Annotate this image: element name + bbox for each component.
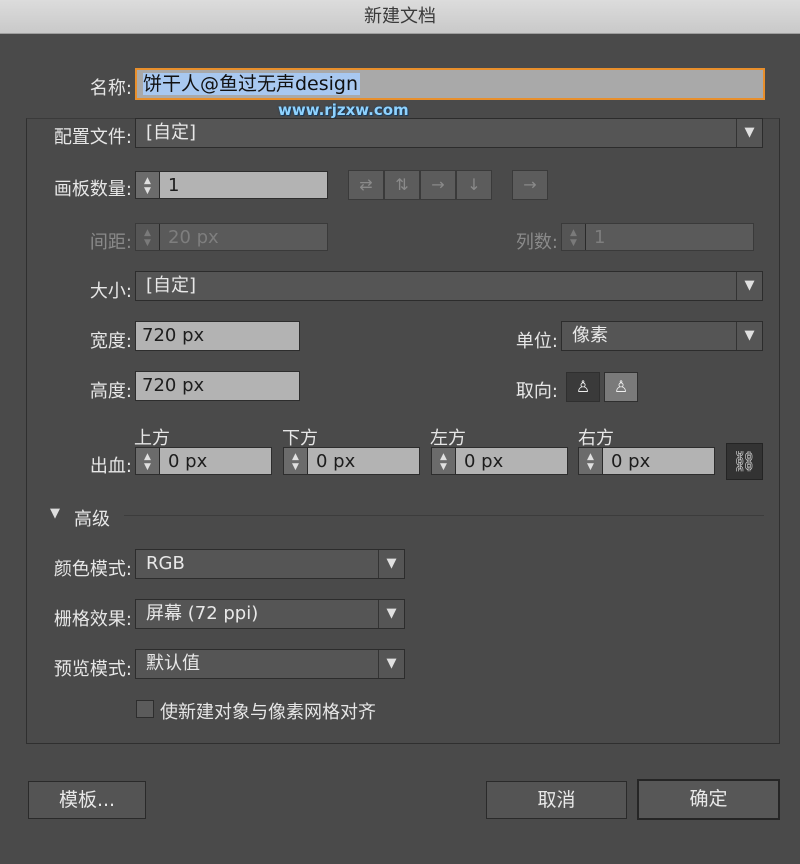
columns-value: 1 [594, 227, 606, 248]
raster-dropdown[interactable]: 屏幕 (72 ppi) ▼ [135, 599, 405, 629]
units-dropdown[interactable]: 像素 ▼ [561, 321, 763, 351]
chevron-down-icon: ▼ [378, 650, 404, 678]
orientation-label: 取向: [515, 381, 558, 402]
disclosure-triangle-icon[interactable]: ▼ [50, 506, 60, 521]
height-label: 高度: [89, 381, 132, 402]
units-label: 单位: [515, 331, 558, 352]
cancel-button[interactable]: 取消 [486, 781, 627, 819]
preview-value: 默认值 [146, 653, 200, 674]
bleed-right-stepper[interactable]: ▲ ▼ [579, 448, 603, 474]
name-value: 饼干人@鱼过无声design [143, 73, 361, 95]
bleed-right-value: 0 px [611, 451, 651, 472]
templates-button[interactable]: 模板... [28, 781, 146, 819]
spacing-label: 间距: [89, 232, 132, 253]
preview-label: 预览模式: [53, 659, 132, 680]
arrange-by-column-icon[interactable]: ↓ [456, 170, 492, 200]
chevron-down-icon: ▼ [378, 550, 404, 578]
artboards-label: 画板数量: [53, 179, 132, 200]
chevron-down-icon: ▼ [378, 600, 404, 628]
grid-by-column-icon[interactable]: ⇅ [384, 170, 420, 200]
bleed-label: 出血: [89, 456, 132, 477]
name-input[interactable]: 饼干人@鱼过无声design [135, 68, 765, 100]
bleed-top-value: 0 px [168, 451, 208, 472]
color-mode-value: RGB [146, 553, 185, 574]
artboards-value: 1 [168, 175, 180, 196]
spacing-input: 20 px [135, 223, 328, 251]
layout-direction-icon[interactable]: → [512, 170, 548, 200]
spacing-value: 20 px [168, 227, 219, 248]
width-input[interactable]: 720 px [135, 321, 300, 351]
preview-dropdown[interactable]: 默认值 ▼ [135, 649, 405, 679]
width-label: 宽度: [89, 331, 132, 352]
bleed-top-stepper[interactable]: ▲ ▼ [136, 448, 160, 474]
chevron-down-icon: ▼ [736, 119, 762, 147]
portrait-icon[interactable]: ♙ [566, 372, 600, 402]
raster-label: 栅格效果: [53, 609, 132, 630]
name-label: 名称: [89, 78, 132, 99]
size-label: 大小: [89, 281, 132, 302]
link-icon[interactable]: ⛓ [726, 443, 763, 480]
chevron-down-icon: ▼ [736, 272, 762, 300]
advanced-divider [124, 515, 764, 516]
ok-button[interactable]: 确定 [637, 779, 780, 820]
raster-value: 屏幕 (72 ppi) [146, 603, 259, 624]
columns-stepper: ▲ ▼ [562, 224, 586, 250]
size-dropdown[interactable]: [自定] ▼ [135, 271, 763, 301]
height-input[interactable]: 720 px [135, 371, 300, 401]
height-value: 720 px [142, 375, 205, 396]
size-value: [自定] [146, 275, 197, 296]
color-mode-dropdown[interactable]: RGB ▼ [135, 549, 405, 579]
bleed-bottom-value: 0 px [316, 451, 356, 472]
align-pixel-label[interactable]: 使新建对象与像素网格对齐 [160, 698, 376, 724]
profile-value: [自定] [146, 122, 197, 143]
spacing-stepper: ▲ ▼ [136, 224, 160, 250]
watermark: www.rjzxw.com [278, 101, 409, 119]
profile-label: 配置文件: [30, 123, 132, 149]
grid-by-row-icon[interactable]: ⇄ [348, 170, 384, 200]
chevron-down-icon: ▼ [736, 322, 762, 350]
window-title: 新建文档 [0, 0, 800, 34]
bleed-left-stepper[interactable]: ▲ ▼ [432, 448, 456, 474]
arrange-by-row-icon[interactable]: → [420, 170, 456, 200]
units-value: 像素 [572, 325, 608, 346]
align-pixel-checkbox[interactable] [136, 700, 154, 718]
profile-dropdown[interactable]: [自定] ▼ [135, 118, 763, 148]
color-mode-label: 颜色模式: [53, 559, 132, 580]
advanced-label[interactable]: 高级 [74, 505, 110, 531]
columns-label: 列数: [515, 232, 558, 253]
bleed-bottom-stepper[interactable]: ▲ ▼ [284, 448, 308, 474]
bleed-left-value: 0 px [464, 451, 504, 472]
artboards-input[interactable]: 1 [135, 171, 328, 199]
width-value: 720 px [142, 325, 205, 346]
landscape-icon[interactable]: ♙ [604, 372, 638, 402]
artboards-stepper[interactable]: ▲ ▼ [136, 172, 160, 198]
columns-input: 1 [561, 223, 754, 251]
